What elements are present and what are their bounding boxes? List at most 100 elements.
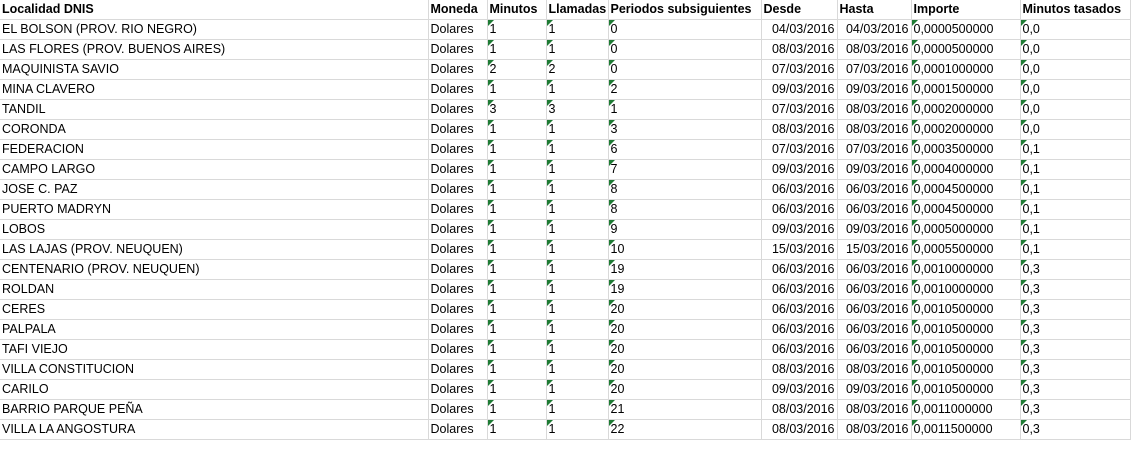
cell-periodos[interactable]: 8 (608, 179, 762, 200)
cell-localidad[interactable]: PALPALA (0, 319, 429, 340)
header-cell-minutos[interactable]: Minutos (487, 0, 547, 20)
cell-moneda[interactable]: Dolares (428, 399, 488, 420)
cell-hasta[interactable]: 09/03/2016 (837, 79, 912, 100)
cell-desde[interactable]: 06/03/2016 (761, 339, 838, 360)
cell-minutos-tasados[interactable]: 0,0 (1020, 39, 1131, 60)
cell-moneda[interactable]: Dolares (428, 39, 488, 60)
cell-desde[interactable]: 04/03/2016 (761, 19, 838, 40)
cell-localidad[interactable]: LAS FLORES (PROV. BUENOS AIRES) (0, 39, 429, 60)
cell-minutos[interactable]: 1 (487, 199, 547, 220)
cell-desde[interactable]: 06/03/2016 (761, 299, 838, 320)
cell-localidad[interactable]: CERES (0, 299, 429, 320)
cell-localidad[interactable]: CAMPO LARGO (0, 159, 429, 180)
cell-periodos[interactable]: 0 (608, 59, 762, 80)
cell-desde[interactable]: 07/03/2016 (761, 99, 838, 120)
cell-hasta[interactable]: 06/03/2016 (837, 319, 912, 340)
cell-minutos-tasados[interactable]: 0,1 (1020, 159, 1131, 180)
cell-periodos[interactable]: 8 (608, 199, 762, 220)
cell-localidad[interactable]: CARILO (0, 379, 429, 400)
cell-minutos[interactable]: 1 (487, 339, 547, 360)
cell-llamadas[interactable]: 1 (546, 279, 609, 300)
cell-periodos[interactable]: 3 (608, 119, 762, 140)
cell-periodos[interactable]: 0 (608, 39, 762, 60)
cell-importe[interactable]: 0,0010000000 (911, 279, 1021, 300)
cell-llamadas[interactable]: 1 (546, 179, 609, 200)
cell-minutos-tasados[interactable]: 0,3 (1020, 419, 1131, 440)
cell-desde[interactable]: 09/03/2016 (761, 379, 838, 400)
cell-minutos[interactable]: 1 (487, 179, 547, 200)
cell-periodos[interactable]: 20 (608, 359, 762, 380)
cell-llamadas[interactable]: 1 (546, 419, 609, 440)
cell-periodos[interactable]: 20 (608, 299, 762, 320)
cell-llamadas[interactable]: 1 (546, 219, 609, 240)
cell-importe[interactable]: 0,0001000000 (911, 59, 1021, 80)
cell-importe[interactable]: 0,0010500000 (911, 379, 1021, 400)
cell-periodos[interactable]: 7 (608, 159, 762, 180)
cell-moneda[interactable]: Dolares (428, 119, 488, 140)
cell-desde[interactable]: 09/03/2016 (761, 159, 838, 180)
cell-periodos[interactable]: 20 (608, 339, 762, 360)
cell-importe[interactable]: 0,0005500000 (911, 239, 1021, 260)
cell-localidad[interactable]: LOBOS (0, 219, 429, 240)
cell-importe[interactable]: 0,0010500000 (911, 299, 1021, 320)
cell-minutos[interactable]: 1 (487, 79, 547, 100)
cell-minutos[interactable]: 1 (487, 399, 547, 420)
cell-minutos-tasados[interactable]: 0,3 (1020, 319, 1131, 340)
cell-llamadas[interactable]: 1 (546, 339, 609, 360)
header-cell-periodos[interactable]: Periodos subsiguientes (608, 0, 762, 20)
cell-llamadas[interactable]: 1 (546, 359, 609, 380)
cell-llamadas[interactable]: 3 (546, 99, 609, 120)
cell-desde[interactable]: 08/03/2016 (761, 419, 838, 440)
cell-desde[interactable]: 08/03/2016 (761, 359, 838, 380)
cell-minutos-tasados[interactable]: 0,3 (1020, 299, 1131, 320)
cell-hasta[interactable]: 06/03/2016 (837, 179, 912, 200)
cell-desde[interactable]: 06/03/2016 (761, 179, 838, 200)
cell-minutos[interactable]: 1 (487, 39, 547, 60)
cell-periodos[interactable]: 21 (608, 399, 762, 420)
cell-importe[interactable]: 0,0002000000 (911, 99, 1021, 120)
cell-moneda[interactable]: Dolares (428, 259, 488, 280)
cell-minutos[interactable]: 1 (487, 419, 547, 440)
cell-importe[interactable]: 0,0010500000 (911, 319, 1021, 340)
cell-minutos-tasados[interactable]: 0,0 (1020, 99, 1131, 120)
cell-importe[interactable]: 0,0004000000 (911, 159, 1021, 180)
header-cell-desde[interactable]: Desde (761, 0, 838, 20)
cell-desde[interactable]: 06/03/2016 (761, 279, 838, 300)
cell-minutos[interactable]: 1 (487, 139, 547, 160)
cell-minutos-tasados[interactable]: 0,0 (1020, 59, 1131, 80)
cell-localidad[interactable]: BARRIO PARQUE PEÑA (0, 399, 429, 420)
cell-desde[interactable]: 06/03/2016 (761, 199, 838, 220)
cell-minutos-tasados[interactable]: 0,3 (1020, 339, 1131, 360)
cell-desde[interactable]: 08/03/2016 (761, 399, 838, 420)
cell-periodos[interactable]: 9 (608, 219, 762, 240)
cell-importe[interactable]: 0,0001500000 (911, 79, 1021, 100)
cell-desde[interactable]: 08/03/2016 (761, 39, 838, 60)
cell-minutos-tasados[interactable]: 0,3 (1020, 279, 1131, 300)
cell-importe[interactable]: 0,0000500000 (911, 39, 1021, 60)
cell-periodos[interactable]: 0 (608, 19, 762, 40)
cell-llamadas[interactable]: 1 (546, 299, 609, 320)
cell-llamadas[interactable]: 1 (546, 139, 609, 160)
cell-localidad[interactable]: CENTENARIO (PROV. NEUQUEN) (0, 259, 429, 280)
cell-importe[interactable]: 0,0011500000 (911, 419, 1021, 440)
cell-importe[interactable]: 0,0011000000 (911, 399, 1021, 420)
cell-moneda[interactable]: Dolares (428, 299, 488, 320)
cell-llamadas[interactable]: 2 (546, 59, 609, 80)
cell-minutos-tasados[interactable]: 0,1 (1020, 179, 1131, 200)
cell-minutos[interactable]: 1 (487, 299, 547, 320)
cell-moneda[interactable]: Dolares (428, 319, 488, 340)
cell-minutos[interactable]: 1 (487, 359, 547, 380)
cell-minutos[interactable]: 1 (487, 19, 547, 40)
cell-desde[interactable]: 07/03/2016 (761, 59, 838, 80)
cell-hasta[interactable]: 06/03/2016 (837, 259, 912, 280)
cell-localidad[interactable]: LAS LAJAS (PROV. NEUQUEN) (0, 239, 429, 260)
cell-moneda[interactable]: Dolares (428, 199, 488, 220)
cell-moneda[interactable]: Dolares (428, 59, 488, 80)
cell-desde[interactable]: 15/03/2016 (761, 239, 838, 260)
cell-minutos[interactable]: 2 (487, 59, 547, 80)
cell-periodos[interactable]: 1 (608, 99, 762, 120)
cell-importe[interactable]: 0,0003500000 (911, 139, 1021, 160)
cell-hasta[interactable]: 06/03/2016 (837, 339, 912, 360)
cell-llamadas[interactable]: 1 (546, 159, 609, 180)
cell-llamadas[interactable]: 1 (546, 199, 609, 220)
